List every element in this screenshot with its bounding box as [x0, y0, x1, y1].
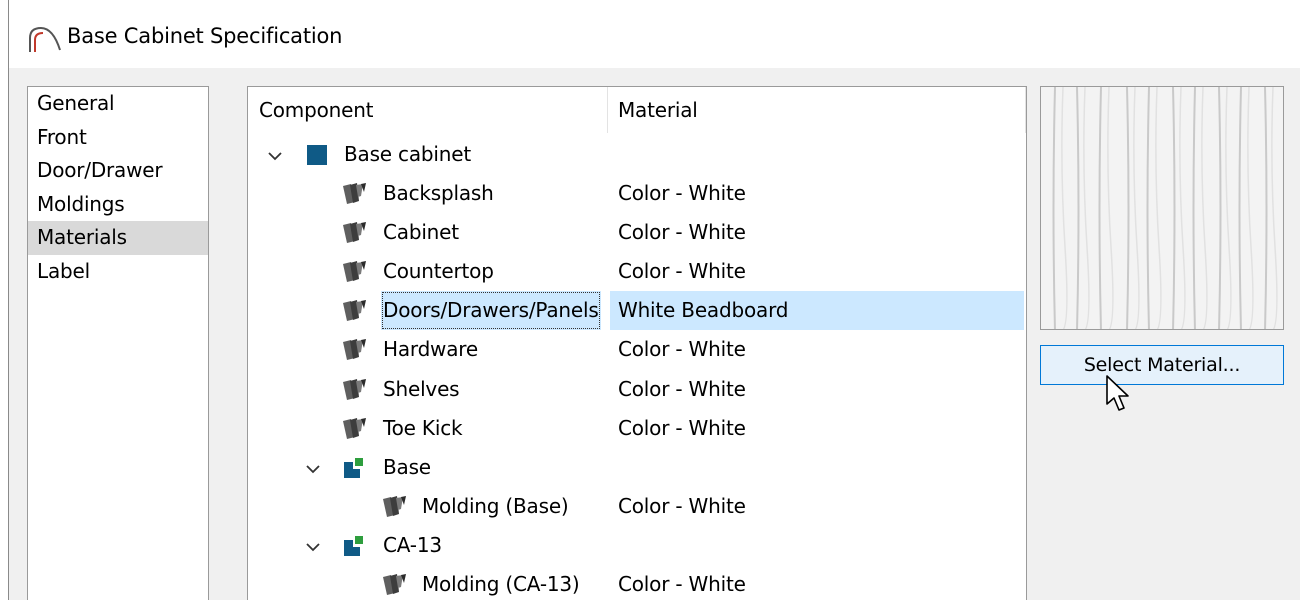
- material-name: White Beadboard: [610, 291, 1024, 331]
- material-name: [610, 448, 1024, 487]
- tree-row[interactable]: Hardware Color - White: [248, 330, 1026, 369]
- tree-row[interactable]: Countertop Color - White: [248, 252, 1026, 291]
- title-bar: Base Cabinet Specification: [9, 0, 1300, 68]
- nav-item-label[interactable]: Label: [28, 255, 208, 289]
- materials-tree[interactable]: Component Material Base cabinet Backsplas…: [247, 86, 1027, 600]
- material-swatch-icon: [341, 182, 367, 206]
- molding-profile-icon: [341, 534, 367, 558]
- material-name: [610, 526, 1024, 565]
- mouse-pointer-icon: [1106, 375, 1129, 411]
- material-swatch-icon: [341, 417, 367, 441]
- component-name: CA-13: [383, 532, 442, 557]
- tree-row[interactable]: Shelves Color - White: [248, 370, 1026, 409]
- column-header-material[interactable]: Material: [608, 87, 1026, 133]
- blue-square-icon: [304, 143, 330, 167]
- component-name: Toe Kick: [383, 415, 463, 440]
- tree-row[interactable]: Backsplash Color - White: [248, 174, 1026, 213]
- tree-row[interactable]: Toe Kick Color - White: [248, 409, 1026, 448]
- tree-row[interactable]: Base cabinet: [248, 135, 1026, 174]
- material-name: Color - White: [618, 376, 746, 401]
- base-cabinet-specification-dialog: Base Cabinet Specification General Front D…: [8, 0, 1300, 600]
- material-swatch-icon: [381, 495, 407, 519]
- tree-header: Component Material: [248, 87, 1026, 133]
- material-name: Color - White: [618, 259, 746, 284]
- beadboard-texture: [1041, 87, 1283, 329]
- material-name: Color - White: [618, 220, 746, 245]
- material-swatch-icon: [341, 221, 367, 245]
- material-swatch-icon: [341, 299, 367, 323]
- material-name: Color - White: [618, 572, 746, 597]
- nav-item-general[interactable]: General: [28, 87, 208, 121]
- column-header-component[interactable]: Component: [248, 87, 608, 133]
- nav-item-door-drawer[interactable]: Door/Drawer: [28, 154, 208, 188]
- dialog-title: Base Cabinet Specification: [67, 24, 343, 48]
- material-name: [610, 135, 1024, 174]
- tree-row[interactable]: Doors/Drawers/Panels White Beadboard: [248, 291, 1026, 331]
- component-name: Molding (Base): [422, 493, 569, 518]
- component-name: Countertop: [383, 259, 494, 284]
- nav-item-front[interactable]: Front: [28, 121, 208, 155]
- component-name: Doors/Drawers/Panels: [381, 291, 601, 331]
- tree-row[interactable]: Cabinet Color - White: [248, 213, 1026, 252]
- material-preview: [1040, 86, 1284, 330]
- molding-profile-icon: [341, 456, 367, 480]
- category-list[interactable]: General Front Door/Drawer Moldings Materials…: [27, 86, 209, 600]
- component-name: Base: [383, 454, 431, 479]
- tree-row[interactable]: Molding (CA-13) Color - White: [248, 565, 1026, 600]
- chevron-down-icon[interactable]: [304, 459, 322, 477]
- material-swatch-icon: [341, 260, 367, 284]
- component-name: Shelves: [383, 376, 460, 401]
- component-name: Molding (CA-13): [422, 572, 580, 597]
- material-swatch-icon: [341, 378, 367, 402]
- tree-row[interactable]: CA-13: [248, 526, 1026, 565]
- chevron-down-icon[interactable]: [304, 537, 322, 555]
- tree-rows: Base cabinet Backsplash Color - White Cabin…: [248, 135, 1026, 600]
- material-swatch-icon: [381, 573, 407, 597]
- nav-item-materials[interactable]: Materials: [28, 221, 208, 255]
- component-name: Backsplash: [383, 181, 494, 206]
- select-material-button[interactable]: Select Material...: [1040, 345, 1284, 385]
- material-name: Color - White: [618, 181, 746, 206]
- nav-item-moldings[interactable]: Moldings: [28, 188, 208, 222]
- material-name: Color - White: [618, 337, 746, 362]
- material-swatch-icon: [341, 338, 367, 362]
- chevron-down-icon[interactable]: [266, 146, 284, 164]
- component-name: Cabinet: [383, 220, 459, 245]
- material-name: Color - White: [618, 493, 746, 518]
- tree-row[interactable]: Base: [248, 448, 1026, 487]
- arc-app-icon: [29, 26, 61, 52]
- tree-row[interactable]: Molding (Base) Color - White: [248, 487, 1026, 526]
- material-name: Color - White: [618, 415, 746, 440]
- component-name: Hardware: [383, 337, 478, 362]
- component-name: Base cabinet: [344, 142, 471, 166]
